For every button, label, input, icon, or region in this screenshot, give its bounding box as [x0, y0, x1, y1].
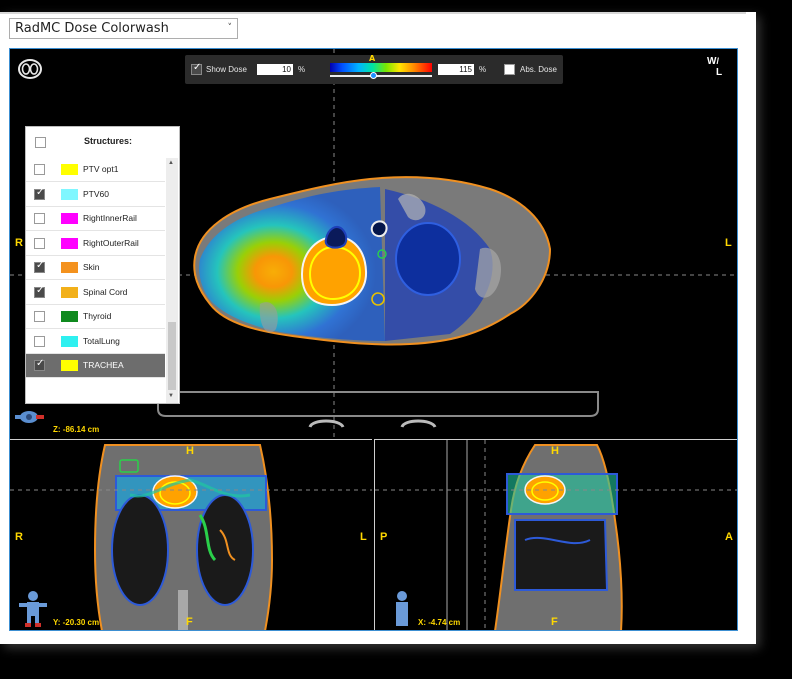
structure-row[interactable]: Skin [26, 256, 165, 280]
coronal-view[interactable]: H F R L Y: -20.30 cm [10, 439, 372, 630]
view-selector-dropdown[interactable]: RadMC Dose Colorwash ˅ [9, 18, 238, 39]
coronal-top-orientation: H [186, 445, 194, 457]
structure-row[interactable]: PTV60 [26, 183, 165, 207]
structure-row[interactable]: PTV opt1 [26, 158, 165, 182]
dose-slider-track[interactable] [330, 75, 432, 77]
structure-row[interactable]: RightOuterRail [26, 232, 165, 256]
structure-color-swatch [61, 286, 78, 298]
dose-slider-handle[interactable] [370, 72, 377, 79]
axial-right-orientation: L [725, 237, 732, 249]
sagittal-image [375, 440, 737, 630]
structure-color-swatch [61, 262, 78, 273]
show-dose-label: Show Dose [206, 65, 247, 74]
window-level-icon[interactable]: W/ L [707, 56, 722, 78]
structures-select-all-checkbox[interactable] [35, 137, 46, 148]
abs-dose-checkbox[interactable] [504, 64, 515, 75]
structure-row[interactable]: TotalLung [26, 330, 165, 354]
coronal-image [10, 444, 372, 630]
structures-title: Structures: [84, 136, 133, 146]
patient-orientation-icon[interactable] [15, 404, 45, 428]
sagittal-left-orientation: P [380, 531, 388, 543]
structures-panel: Structures: PTV opt1 PTV60 RightInnerRail R… [25, 126, 180, 404]
dose-scale-marker: A [369, 54, 376, 63]
coronal-right-orientation: L [360, 531, 367, 543]
show-dose-checkbox[interactable] [191, 62, 202, 75]
structure-color-swatch [61, 335, 78, 347]
structure-row[interactable]: RightInnerRail [26, 207, 165, 231]
dose-min-input[interactable]: 10 [257, 64, 293, 75]
dose-max-unit: % [479, 65, 487, 74]
structure-color-swatch [61, 237, 78, 249]
structure-name: TotalLung [83, 335, 120, 346]
axial-z-readout: Z: -86.14 cm [53, 425, 100, 434]
axial-view[interactable]: W/ L R L Z: -86.14 cm Show Dose 10 % A [10, 49, 737, 437]
structure-name: RightInnerRail [83, 213, 137, 223]
structure-visibility-checkbox[interactable] [34, 358, 45, 371]
patient-figure-coronal-icon[interactable] [16, 590, 50, 628]
dose-min-unit: % [298, 65, 306, 74]
axial-lung [395, 222, 461, 296]
patient-figure-sagittal-icon[interactable] [391, 590, 413, 628]
coronal-bottom-orientation: F [186, 616, 193, 628]
structure-visibility-checkbox[interactable] [34, 237, 45, 249]
structure-name: Thyroid [83, 311, 112, 321]
scroll-up-icon[interactable]: ▲ [168, 160, 174, 166]
main-window: RadMC Dose Colorwash ˅ W/ L R L Z: -86.1… [0, 12, 756, 644]
coronal-left-orientation: R [15, 531, 23, 543]
axial-left-orientation: R [15, 237, 23, 249]
structure-name: PTV60 [83, 188, 109, 199]
wl-bottom: L [716, 67, 723, 78]
sagittal-right-orientation: A [725, 531, 733, 543]
dropdown-chevron-icon: ˅ [227, 23, 233, 33]
abs-dose-label: Abs. Dose [520, 65, 557, 74]
structure-color-swatch [61, 213, 78, 224]
structure-visibility-checkbox[interactable] [34, 285, 45, 298]
view-selector-value: RadMC Dose Colorwash [15, 21, 169, 36]
dose-color-scale [330, 63, 432, 72]
coronal-y-readout: Y: -20.30 cm [53, 618, 100, 627]
dose-toolbar: Show Dose 10 % A 115 % Abs. Dose [185, 54, 563, 84]
structure-color-swatch [61, 360, 78, 371]
structure-visibility-checkbox[interactable] [34, 260, 45, 273]
structure-color-swatch [61, 188, 78, 200]
sagittal-x-readout: X: -4.74 cm [418, 618, 461, 627]
window-top-border [0, 12, 746, 14]
structure-visibility-checkbox[interactable] [34, 335, 45, 347]
structure-visibility-checkbox[interactable] [34, 164, 45, 175]
sagittal-bottom-orientation: F [551, 616, 558, 628]
structure-color-swatch [61, 311, 78, 322]
structures-scrollbar-thumb[interactable] [168, 322, 176, 390]
structure-visibility-checkbox[interactable] [34, 187, 45, 200]
image-viewer[interactable]: W/ L R L Z: -86.14 cm Show Dose 10 % A [9, 48, 738, 631]
structure-row[interactable]: Spinal Cord [26, 281, 165, 305]
structure-row[interactable]: Thyroid [26, 305, 165, 329]
structure-name: PTV opt1 [83, 164, 119, 174]
structure-row[interactable]: TRACHEA [26, 354, 165, 378]
structures-header: Structures: [26, 127, 179, 158]
structure-name: Spinal Cord [83, 286, 128, 297]
structure-name: TRACHEA [83, 360, 124, 370]
body-outline-icon[interactable] [17, 57, 43, 81]
structure-name: RightOuterRail [83, 237, 139, 248]
dose-max-input[interactable]: 115 [438, 64, 474, 75]
structure-visibility-checkbox[interactable] [34, 311, 45, 322]
sagittal-view[interactable]: H F P A X: -4.74 cm [374, 439, 737, 630]
structure-name: Skin [83, 262, 100, 272]
structure-color-swatch [61, 164, 78, 175]
structure-visibility-checkbox[interactable] [34, 213, 45, 224]
sagittal-top-orientation: H [551, 445, 559, 457]
scroll-down-icon[interactable]: ▼ [168, 393, 174, 399]
